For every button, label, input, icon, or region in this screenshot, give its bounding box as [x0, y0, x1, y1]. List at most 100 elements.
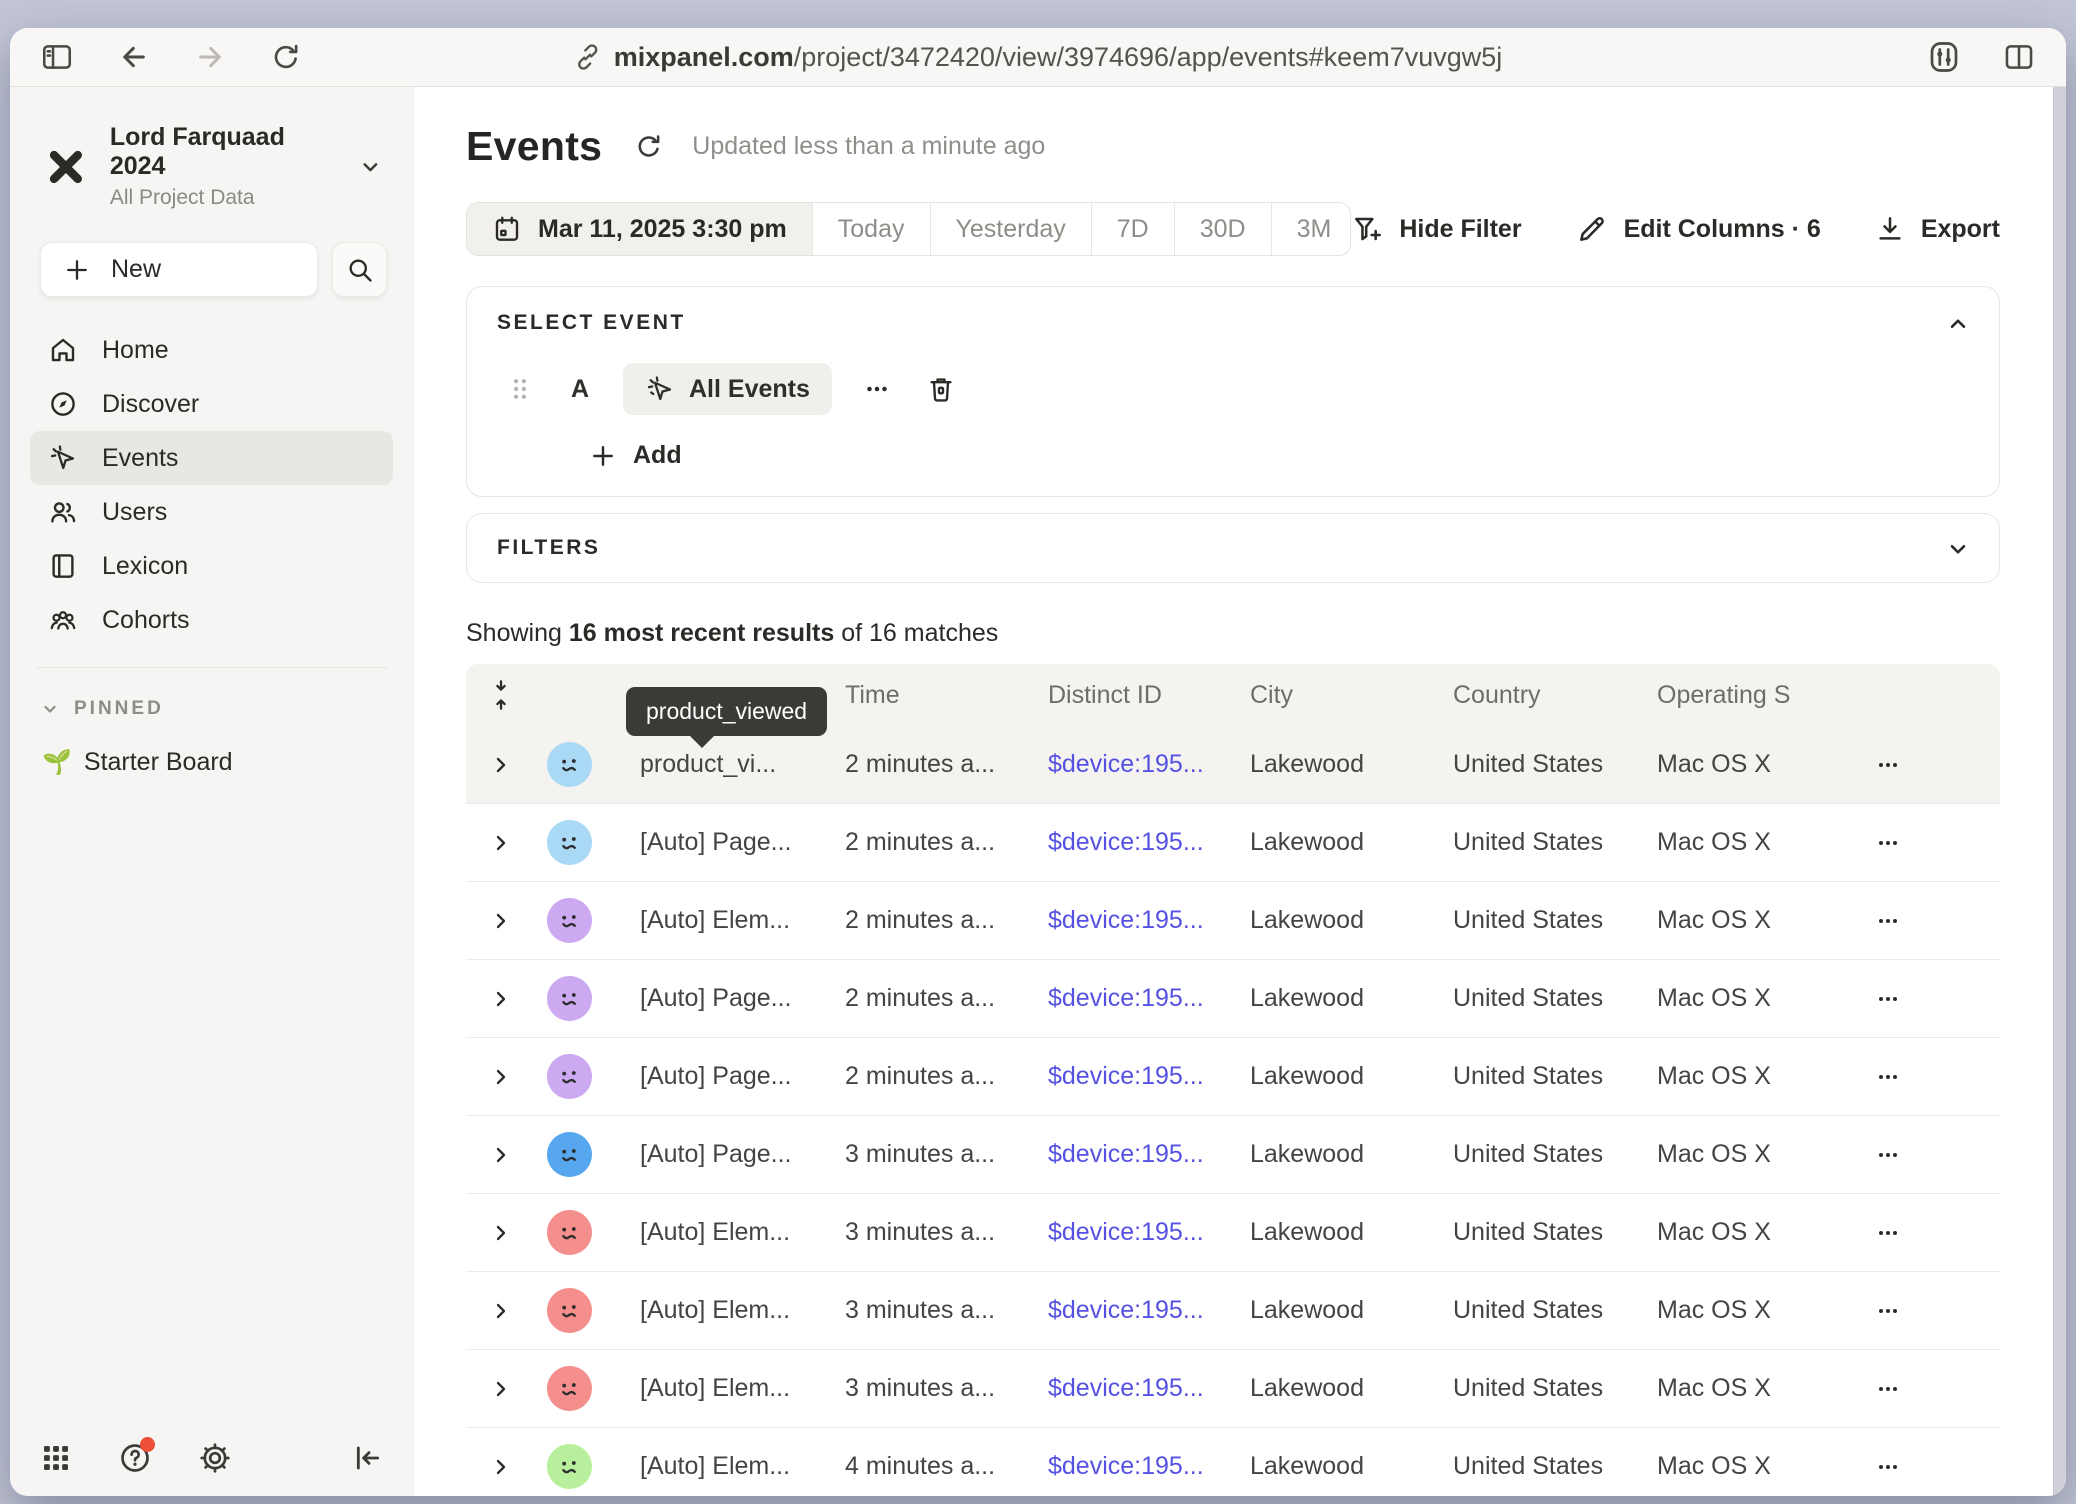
- expand-row-icon[interactable]: [489, 753, 513, 777]
- distinct-id-link[interactable]: $device:195...: [1010, 1062, 1212, 1091]
- table-row[interactable]: [Auto] Elem... 3 minutes a... $device:19…: [466, 1272, 2000, 1350]
- column-header-distinct-id[interactable]: Distinct ID: [1010, 681, 1212, 710]
- event-name-cell[interactable]: [Auto] Page...: [602, 1062, 807, 1091]
- scrollbar[interactable]: [2053, 87, 2066, 1496]
- column-header-os[interactable]: Operating S: [1619, 681, 1832, 710]
- range-3m[interactable]: 3M: [1271, 203, 1352, 255]
- row-more-options-icon[interactable]: [1874, 751, 1902, 779]
- refresh-icon[interactable]: [634, 132, 664, 162]
- row-more-options-icon[interactable]: [1874, 1453, 1902, 1481]
- edit-columns-button[interactable]: Edit Columns · 6: [1576, 213, 1821, 245]
- country-cell: United States: [1415, 1296, 1619, 1325]
- city-cell: Lakewood: [1212, 1452, 1415, 1481]
- event-name-cell[interactable]: [Auto] Page...: [602, 984, 807, 1013]
- forward-icon[interactable]: [194, 41, 226, 73]
- table-row[interactable]: [Auto] Elem... 2 minutes a... $device:19…: [466, 882, 2000, 960]
- table-row[interactable]: [Auto] Page... 3 minutes a... $device:19…: [466, 1116, 2000, 1194]
- expand-row-icon[interactable]: [489, 987, 513, 1011]
- expand-row-icon[interactable]: [489, 1299, 513, 1323]
- chevron-down-icon[interactable]: [1945, 536, 1971, 562]
- table-row[interactable]: [Auto] Page... 2 minutes a... $device:19…: [466, 960, 2000, 1038]
- search-button[interactable]: [332, 242, 387, 297]
- event-name-cell[interactable]: [Auto] Elem...: [602, 1452, 807, 1481]
- new-button[interactable]: New: [40, 242, 318, 297]
- event-name-cell[interactable]: [Auto] Elem...: [602, 906, 807, 935]
- pinned-section-header[interactable]: PINNED: [10, 668, 413, 720]
- address-bar[interactable]: mixpanel.com/project/3472420/view/397469…: [574, 42, 1503, 73]
- table-row[interactable]: [Auto] Elem... 3 minutes a... $device:19…: [466, 1350, 2000, 1428]
- column-header-time[interactable]: Time: [807, 681, 1010, 710]
- expand-row-icon[interactable]: [489, 1221, 513, 1245]
- distinct-id-link[interactable]: $device:195...: [1010, 1218, 1212, 1247]
- expand-row-icon[interactable]: [489, 1377, 513, 1401]
- back-icon[interactable]: [118, 41, 150, 73]
- sidebar-item-lexicon[interactable]: Lexicon: [30, 539, 393, 593]
- distinct-id-link[interactable]: $device:195...: [1010, 1374, 1212, 1403]
- time-cell: 2 minutes a...: [807, 984, 1010, 1013]
- apps-grid-icon[interactable]: [40, 1442, 72, 1474]
- row-more-options-icon[interactable]: [1874, 1375, 1902, 1403]
- reload-icon[interactable]: [270, 41, 302, 73]
- row-more-options-icon[interactable]: [1874, 829, 1902, 857]
- range-30d[interactable]: 30D: [1174, 203, 1271, 255]
- row-more-options-icon[interactable]: [1874, 907, 1902, 935]
- date-picker[interactable]: Mar 11, 2025 3:30 pm: [467, 203, 812, 255]
- add-event-button[interactable]: Add: [589, 441, 1969, 470]
- distinct-id-link[interactable]: $device:195...: [1010, 1296, 1212, 1325]
- expand-row-icon[interactable]: [489, 909, 513, 933]
- event-name-cell[interactable]: product_vi...: [602, 750, 807, 779]
- drag-handle-icon[interactable]: [509, 376, 531, 402]
- events-cursor-icon: [48, 443, 78, 473]
- sidebar-item-starter-board[interactable]: 🌱 Starter Board: [10, 720, 413, 777]
- table-row[interactable]: [Auto] Elem... 4 minutes a... $device:19…: [466, 1428, 2000, 1496]
- column-header-city[interactable]: City: [1212, 681, 1415, 710]
- split-view-icon[interactable]: [2002, 40, 2036, 74]
- range-yesterday[interactable]: Yesterday: [930, 203, 1091, 255]
- distinct-id-link[interactable]: $device:195...: [1010, 828, 1212, 857]
- sidebar-toggle-icon[interactable]: [40, 40, 74, 74]
- row-more-options-icon[interactable]: [1874, 1063, 1902, 1091]
- distinct-id-link[interactable]: $device:195...: [1010, 984, 1212, 1013]
- all-events-chip[interactable]: All Events: [623, 363, 832, 415]
- chevron-up-icon[interactable]: [1945, 311, 1971, 337]
- expand-row-icon[interactable]: [489, 1065, 513, 1089]
- row-more-options-icon[interactable]: [1874, 1297, 1902, 1325]
- event-name-cell[interactable]: [Auto] Elem...: [602, 1218, 807, 1247]
- sidebar-item-users[interactable]: Users: [30, 485, 393, 539]
- settings-gear-icon[interactable]: [198, 1441, 232, 1475]
- trash-icon[interactable]: [926, 374, 956, 404]
- event-name-cell[interactable]: [Auto] Elem...: [602, 1296, 807, 1325]
- collapse-sidebar-icon[interactable]: [351, 1442, 383, 1474]
- collapse-rows-icon[interactable]: [487, 678, 515, 712]
- project-switcher[interactable]: Lord Farquaad 2024 All Project Data: [10, 87, 413, 210]
- url-path: /project/3472420/view/3974696/app/events…: [794, 42, 1503, 72]
- sidebar-item-discover[interactable]: Discover: [30, 377, 393, 431]
- expand-row-icon[interactable]: [489, 1143, 513, 1167]
- sidebar-item-home[interactable]: Home: [30, 323, 393, 377]
- page-settings-icon[interactable]: [1926, 39, 1962, 75]
- table-row[interactable]: [Auto] Page... 2 minutes a... $device:19…: [466, 804, 2000, 882]
- distinct-id-link[interactable]: $device:195...: [1010, 906, 1212, 935]
- export-button[interactable]: Export: [1875, 214, 2000, 244]
- distinct-id-link[interactable]: $device:195...: [1010, 750, 1212, 779]
- event-name-cell[interactable]: [Auto] Page...: [602, 828, 807, 857]
- more-options-icon[interactable]: [862, 374, 892, 404]
- time-cell: 3 minutes a...: [807, 1218, 1010, 1247]
- event-name-cell[interactable]: [Auto] Elem...: [602, 1374, 807, 1403]
- range-today[interactable]: Today: [812, 203, 930, 255]
- table-row[interactable]: [Auto] Page... 2 minutes a... $device:19…: [466, 1038, 2000, 1116]
- distinct-id-link[interactable]: $device:195...: [1010, 1140, 1212, 1169]
- hide-filter-button[interactable]: Hide Filter: [1351, 213, 1521, 245]
- event-name-cell[interactable]: [Auto] Page...: [602, 1140, 807, 1169]
- row-more-options-icon[interactable]: [1874, 1219, 1902, 1247]
- sidebar-item-cohorts[interactable]: Cohorts: [30, 593, 393, 647]
- expand-row-icon[interactable]: [489, 831, 513, 855]
- range-7d[interactable]: 7D: [1091, 203, 1174, 255]
- expand-row-icon[interactable]: [489, 1455, 513, 1479]
- row-more-options-icon[interactable]: [1874, 985, 1902, 1013]
- column-header-country[interactable]: Country: [1415, 681, 1619, 710]
- row-more-options-icon[interactable]: [1874, 1141, 1902, 1169]
- table-row[interactable]: [Auto] Elem... 3 minutes a... $device:19…: [466, 1194, 2000, 1272]
- sidebar-item-events[interactable]: Events: [30, 431, 393, 485]
- distinct-id-link[interactable]: $device:195...: [1010, 1452, 1212, 1481]
